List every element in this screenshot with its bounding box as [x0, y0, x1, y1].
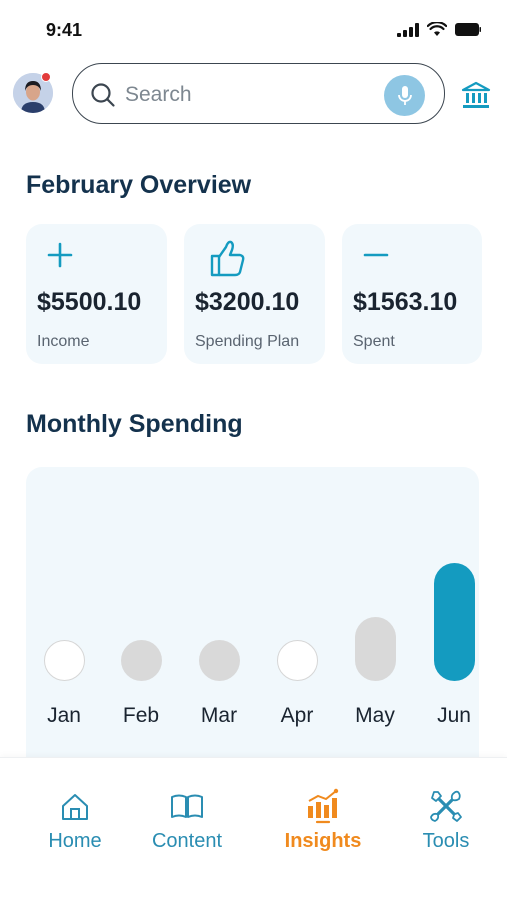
- spent-card[interactable]: $1563.10 Spent: [342, 224, 482, 364]
- nav-insights[interactable]: Insights: [268, 788, 378, 853]
- nav-tools[interactable]: Tools: [391, 788, 501, 853]
- month-label: Mar: [200, 704, 238, 727]
- wifi-icon: [427, 22, 447, 36]
- plus-icon: [47, 242, 73, 268]
- month-bar: [354, 617, 396, 681]
- nav-content-label: Content: [151, 830, 223, 852]
- search-bar[interactable]: Search: [72, 63, 445, 124]
- status-icons: [397, 22, 481, 37]
- month-jun[interactable]: Jun: [424, 467, 484, 767]
- monthly-spending-title: Monthly Spending: [26, 410, 243, 438]
- spending-plan-label: Spending Plan: [195, 333, 300, 350]
- month-bar: [43, 640, 85, 681]
- status-time: 9:41: [46, 20, 83, 40]
- month-label: Apr: [280, 704, 314, 727]
- cellular-signal-icon: [397, 22, 419, 37]
- thumbs-up-icon: [210, 240, 245, 277]
- month-jan[interactable]: Jan: [34, 467, 94, 767]
- notification-dot: [41, 72, 51, 82]
- income-label: Income: [37, 333, 90, 350]
- nav-home[interactable]: Home: [20, 788, 130, 853]
- spending-plan-card[interactable]: $3200.10 Spending Plan: [184, 224, 325, 364]
- voice-search-button[interactable]: [384, 75, 425, 116]
- nav-content[interactable]: Content: [132, 788, 242, 853]
- income-card[interactable]: $5500.10 Income: [26, 224, 167, 364]
- month-mar[interactable]: Mar: [189, 467, 249, 767]
- spending-plan-amount: $3200.10: [195, 288, 300, 316]
- month-label: Jun: [437, 704, 471, 727]
- month-bar: [120, 640, 162, 681]
- month-bar: [276, 640, 318, 681]
- bottom-nav: Home Content Insights Tools: [0, 757, 507, 900]
- nav-home-label: Home: [48, 830, 102, 852]
- battery-icon: [455, 23, 481, 36]
- month-bar: [433, 563, 475, 681]
- status-bar: 9:41: [0, 0, 507, 60]
- income-amount: $5500.10: [37, 288, 142, 316]
- spent-amount: $1563.10: [353, 288, 458, 316]
- month-may[interactable]: May: [345, 467, 405, 767]
- monthly-spending-chart: Jan Feb Mar Apr May Jun: [26, 467, 479, 767]
- month-feb[interactable]: Feb: [111, 467, 171, 767]
- spent-label: Spent: [353, 333, 395, 350]
- nav-tools-label: Tools: [422, 830, 470, 852]
- tools-icon: [430, 790, 462, 822]
- bar-chart-icon: [308, 788, 339, 824]
- nav-insights-label: Insights: [284, 830, 362, 852]
- month-apr[interactable]: Apr: [267, 467, 327, 767]
- search-icon: [91, 83, 115, 107]
- month-label: May: [355, 704, 395, 727]
- month-label: Jan: [47, 704, 81, 727]
- microphone-icon: [397, 85, 412, 105]
- overview-title: February Overview: [26, 171, 252, 199]
- month-bar: [198, 640, 240, 681]
- minus-icon: [363, 253, 389, 257]
- home-icon: [62, 794, 88, 820]
- search-input[interactable]: Search: [125, 83, 192, 107]
- month-label: Feb: [122, 704, 160, 727]
- book-icon: [171, 794, 203, 818]
- bank-icon[interactable]: [461, 81, 491, 109]
